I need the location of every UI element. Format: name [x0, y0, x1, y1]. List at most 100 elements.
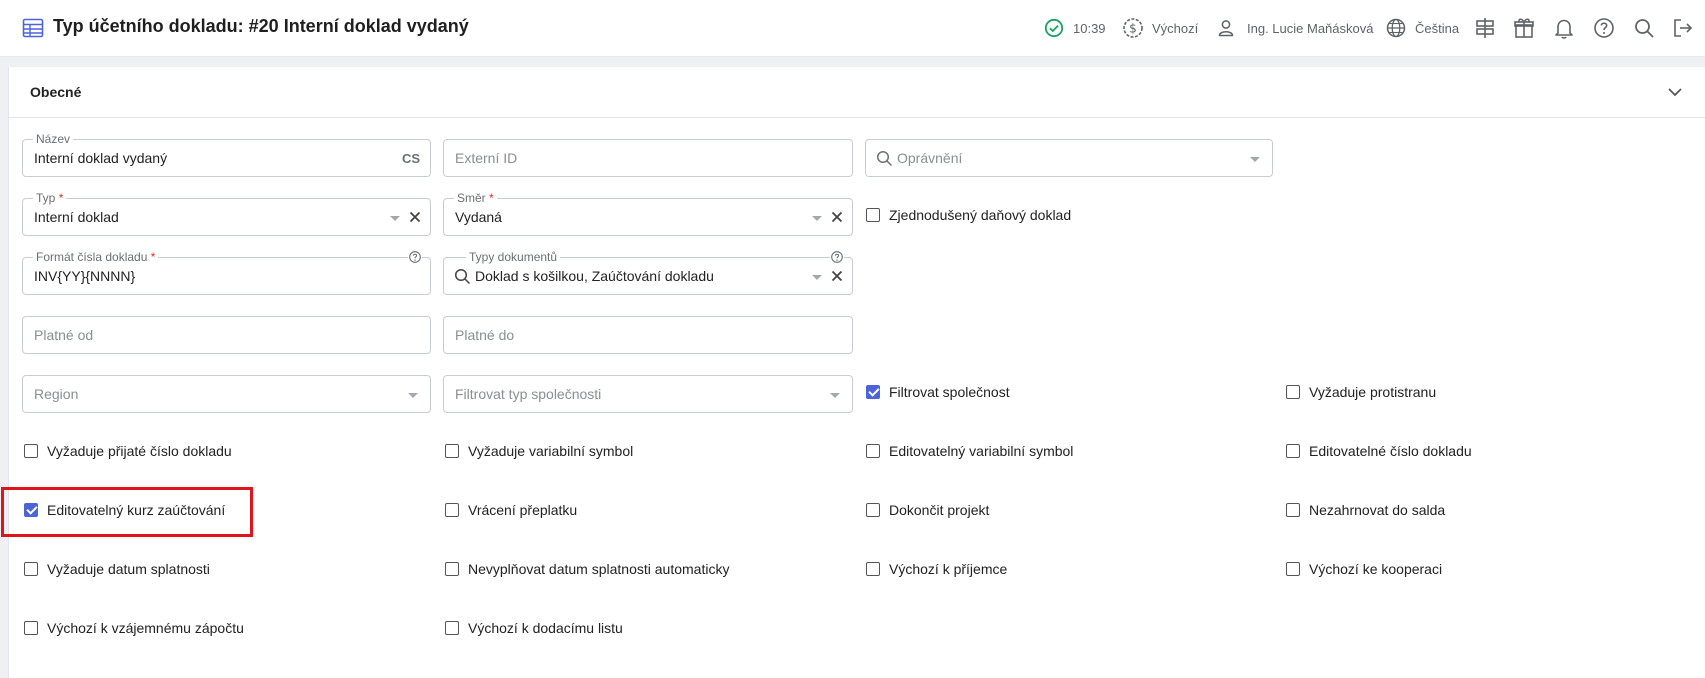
checkbox-label: Nezahrnovat do salda	[1309, 502, 1446, 518]
gift-icon[interactable]	[1512, 16, 1536, 40]
time-label: 10:39	[1073, 20, 1106, 36]
globe-icon	[1386, 18, 1406, 38]
checkbox-label: Filtrovat společnost	[889, 384, 1010, 400]
checkbox-box[interactable]	[866, 503, 880, 517]
section-title: Obecné	[30, 84, 82, 100]
checkbox-requires-received-number[interactable]: Vyžaduje přijaté číslo dokladu	[24, 441, 232, 461]
number-format-field[interactable]: Formát čísla dokladu * INV{YY}{NNNN}	[22, 249, 431, 295]
checkbox-editable-doc-number[interactable]: Editovatelné číslo dokladu	[1286, 441, 1472, 461]
company-type-filter-field[interactable]: Filtrovat typ společnosti	[443, 375, 853, 413]
checkbox-box[interactable]	[445, 444, 459, 458]
dropdown-caret-icon[interactable]	[812, 275, 822, 280]
checkbox-box[interactable]	[866, 562, 880, 576]
checkbox-label: Nevyplňovat datum splatnosti automaticky	[468, 561, 730, 577]
company-type-filter-placeholder: Filtrovat typ společnosti	[455, 386, 602, 402]
help-icon[interactable]	[1592, 16, 1616, 40]
checkbox-requires-counterparty[interactable]: Vyžaduje protistranu	[1286, 382, 1436, 402]
checkbox-exclude-from-balance[interactable]: Nezahrnovat do salda	[1286, 500, 1445, 520]
type-value: Interní doklad	[34, 209, 119, 225]
checkbox-default-delivery-note[interactable]: Výchozí k dodacímu listu	[445, 618, 623, 638]
region-placeholder: Region	[34, 386, 79, 402]
signpost-icon[interactable]	[1473, 16, 1497, 40]
document-types-field[interactable]: Typy dokumentů Doklad s košilkou, Zaúčto…	[443, 249, 853, 295]
external-id-field[interactable]: Externí ID	[443, 139, 853, 177]
svg-text:$: $	[1129, 22, 1137, 36]
type-label: Typ *	[33, 190, 67, 206]
valid-from-placeholder: Platné od	[34, 327, 94, 343]
checkbox-box[interactable]	[445, 621, 459, 635]
type-field[interactable]: Typ * Interní doklad	[22, 190, 431, 236]
checkbox-box[interactable]	[445, 503, 459, 517]
permissions-placeholder: Oprávnění	[897, 150, 963, 166]
checkbox-overpayment-refund[interactable]: Vrácení přeplatku	[445, 500, 577, 520]
checkbox-box[interactable]	[866, 208, 880, 222]
clear-icon[interactable]	[829, 209, 845, 225]
highlight-box	[1, 487, 253, 537]
checkbox-editable-variable-symbol[interactable]: Editovatelný variabilní symbol	[866, 441, 1073, 461]
checkbox-filter-company[interactable]: Filtrovat společnost	[866, 382, 1010, 402]
checkbox-no-auto-due-date[interactable]: Nevyplňovat datum splatnosti automaticky	[445, 559, 729, 579]
checkbox-label: Výchozí k dodacímu listu	[468, 620, 623, 636]
number-format-value: INV{YY}{NNNN}	[34, 268, 136, 284]
checkbox-default-cooperation[interactable]: Výchozí ke kooperaci	[1286, 559, 1442, 579]
checkbox-label: Výchozí ke kooperaci	[1309, 561, 1443, 577]
top-bar: Typ účetního dokladu: #20 Interní doklad…	[0, 0, 1705, 57]
page-title: Typ účetního dokladu: #20 Interní doklad…	[53, 16, 469, 36]
currency-label: Výchozí	[1152, 20, 1199, 36]
section-header[interactable]: Obecné	[9, 67, 1705, 118]
name-field[interactable]: Název Interní doklad vydaný CS	[22, 131, 431, 177]
checkbox-box[interactable]	[1286, 444, 1300, 458]
status-time[interactable]: 10:39	[1044, 16, 1106, 40]
search-icon	[876, 150, 893, 167]
checkbox-box[interactable]	[1286, 385, 1300, 399]
checkbox-box[interactable]	[24, 562, 38, 576]
clear-icon[interactable]	[829, 268, 845, 284]
dropdown-caret-icon[interactable]	[812, 216, 822, 221]
checkbox-default-recipient[interactable]: Výchozí k příjemce	[866, 559, 1007, 579]
checkbox-label: Vyžaduje variabilní symbol	[468, 443, 634, 459]
external-id-placeholder: Externí ID	[455, 150, 518, 166]
permissions-field[interactable]: Oprávnění	[865, 139, 1273, 177]
currency-selector[interactable]: $ Výchozí	[1122, 16, 1198, 40]
checkbox-box[interactable]	[445, 562, 459, 576]
logout-icon[interactable]	[1671, 16, 1695, 40]
direction-value: Vydaná	[455, 209, 502, 225]
valid-from-field[interactable]: Platné od	[22, 316, 431, 354]
table-icon	[22, 18, 44, 38]
region-field[interactable]: Region	[22, 375, 431, 413]
search-icon[interactable]	[1632, 16, 1656, 40]
document-types-label: Typy dokumentů	[466, 249, 561, 265]
direction-field[interactable]: Směr * Vydaná	[443, 190, 853, 236]
document-types-value: Doklad s košilkou, Zaúčtování dokladu	[475, 268, 714, 284]
checkbox-box[interactable]	[866, 444, 880, 458]
checkbox-box[interactable]	[1286, 503, 1300, 517]
checkbox-requires-due-date[interactable]: Vyžaduje datum splatnosti	[24, 559, 210, 579]
checkbox-complete-project[interactable]: Dokončit projekt	[866, 500, 989, 520]
checkbox-box-checked[interactable]	[866, 385, 880, 399]
checkbox-default-mutual-offset[interactable]: Výchozí k vzájemnému zápočtu	[24, 618, 244, 638]
user-menu[interactable]: Ing. Lucie Maňásková	[1216, 16, 1373, 40]
clear-icon[interactable]	[407, 209, 423, 225]
checkbox-label: Editovatelné číslo dokladu	[1309, 443, 1472, 459]
help-icon[interactable]	[408, 250, 422, 264]
checkbox-box[interactable]	[1286, 562, 1300, 576]
language-code[interactable]: CS	[402, 151, 420, 166]
help-icon[interactable]	[830, 250, 844, 264]
checkbox-label: Vrácení přeplatku	[468, 502, 578, 518]
user-name: Ing. Lucie Maňásková	[1247, 20, 1374, 36]
currency-icon: $	[1123, 18, 1143, 38]
checkbox-box[interactable]	[24, 621, 38, 635]
dropdown-caret-icon[interactable]	[390, 216, 400, 221]
dropdown-caret-icon[interactable]	[830, 393, 840, 398]
bell-icon[interactable]	[1552, 16, 1576, 40]
dropdown-caret-icon[interactable]	[408, 393, 418, 398]
search-icon	[454, 268, 471, 285]
chevron-down-icon[interactable]	[1666, 83, 1684, 101]
dropdown-caret-icon[interactable]	[1250, 157, 1260, 162]
checkbox-requires-variable-symbol[interactable]: Vyžaduje variabilní symbol	[445, 441, 633, 461]
checkbox-simplified-tax-doc[interactable]: Zjednodušený daňový doklad	[866, 205, 1071, 225]
language-selector[interactable]: Čeština	[1385, 16, 1459, 40]
valid-to-field[interactable]: Platné do	[443, 316, 853, 354]
number-format-label: Formát čísla dokladu *	[33, 249, 159, 265]
checkbox-box[interactable]	[24, 444, 38, 458]
